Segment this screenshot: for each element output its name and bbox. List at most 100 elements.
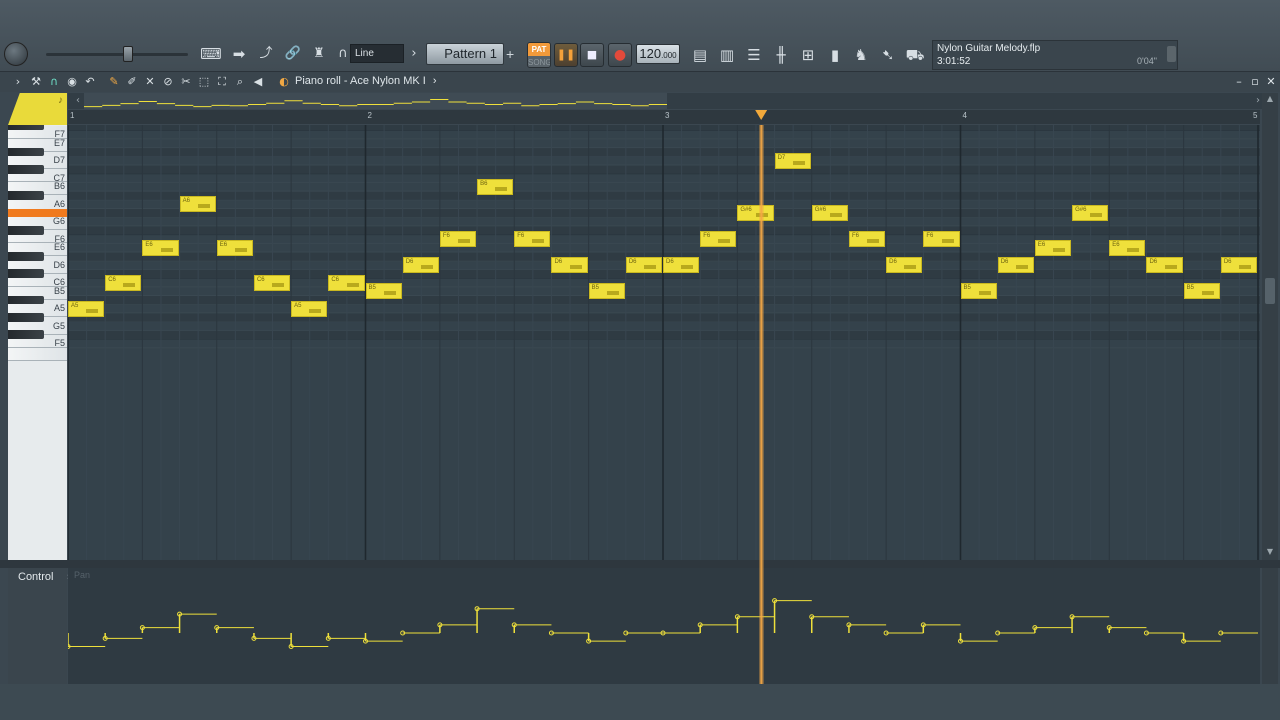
white-key[interactable] — [8, 347, 67, 361]
piano-roll-title[interactable]: Piano roll - Ace Nylon MK I › — [295, 75, 437, 87]
metronome-icon[interactable]: ♜ — [308, 44, 330, 64]
minimize-icon[interactable]: – — [1232, 74, 1246, 90]
note-resize-handle[interactable] — [1201, 291, 1214, 296]
store-icon[interactable]: ⛟ — [904, 45, 926, 65]
note-b5[interactable]: B5 — [1183, 283, 1220, 300]
brush-icon[interactable]: ✐ — [124, 74, 140, 90]
note-c6[interactable]: C6 — [253, 274, 291, 291]
note-resize-handle[interactable] — [383, 291, 396, 296]
playlist-icon[interactable]: ▤ — [689, 45, 711, 65]
black-key[interactable] — [8, 191, 44, 200]
note-resize-handle[interactable] — [1015, 265, 1028, 270]
control-event[interactable] — [697, 622, 738, 633]
menu-arrow-icon[interactable]: › — [10, 74, 26, 90]
note-b5[interactable]: B5 — [365, 283, 402, 300]
note-resize-handle[interactable] — [123, 282, 136, 287]
close-icon[interactable]: ✕ — [1264, 74, 1278, 90]
piano-roll-icon[interactable]: ▥ — [716, 45, 738, 65]
black-key[interactable] — [8, 165, 44, 174]
control-event[interactable] — [251, 633, 292, 641]
master-pitch-slider[interactable] — [46, 53, 188, 56]
clipboard-icon[interactable]: ▮ — [824, 45, 846, 65]
note-d6[interactable]: D6 — [402, 257, 439, 274]
song-mode[interactable]: SONG — [528, 56, 550, 67]
mute-icon[interactable]: ⊘ — [160, 74, 176, 90]
vertical-scroll-thumb[interactable] — [1265, 278, 1275, 304]
control-event[interactable] — [1032, 625, 1073, 633]
record-button[interactable]: ● — [608, 43, 632, 67]
pattern-selector[interactable]: Pattern 1 — [426, 43, 504, 65]
note-resize-handle[interactable] — [1127, 247, 1140, 252]
note-f6[interactable]: F6 — [848, 231, 886, 248]
plugin-picker-icon[interactable]: ♞ — [850, 45, 872, 65]
pitch-bend-icon[interactable]: ⤴ — [255, 44, 277, 64]
tempo-display[interactable]: 120.000 — [636, 44, 680, 64]
master-volume-knob[interactable] — [4, 42, 28, 66]
control-event[interactable] — [511, 622, 552, 633]
note-f6[interactable]: F6 — [439, 231, 477, 248]
note-resize-handle[interactable] — [495, 186, 508, 191]
delete-icon[interactable]: ✕ — [142, 74, 158, 90]
chevron-right-icon[interactable]: › — [408, 44, 420, 64]
black-key[interactable] — [8, 125, 44, 131]
control-event[interactable] — [474, 606, 515, 633]
note-resize-handle[interactable] — [420, 265, 433, 270]
note-e6[interactable]: E6 — [142, 239, 179, 256]
zoom-icon[interactable]: ⌕ — [232, 74, 248, 90]
channel-rack-icon[interactable]: ☰ — [743, 45, 765, 65]
control-event[interactable] — [1181, 633, 1221, 644]
title-chevron-icon[interactable]: › — [433, 75, 437, 87]
note-resize-handle[interactable] — [1053, 247, 1066, 252]
control-event[interactable] — [325, 633, 366, 641]
note-resize-handle[interactable] — [978, 291, 991, 296]
select-all-icon[interactable]: ⛶ — [214, 74, 230, 90]
note-resize-handle[interactable] — [1090, 213, 1103, 218]
note-a5[interactable]: A5 — [68, 300, 105, 317]
black-key[interactable] — [8, 225, 44, 235]
slice-icon[interactable]: ✂ — [178, 74, 194, 90]
maximize-icon[interactable]: ▫ — [1248, 74, 1262, 90]
note-resize-handle[interactable] — [681, 265, 694, 270]
control-event[interactable] — [139, 625, 180, 633]
control-event[interactable] — [177, 611, 217, 633]
note-f6[interactable]: F6 — [700, 231, 737, 248]
control-event[interactable] — [586, 633, 626, 644]
wrench-icon[interactable]: ⚒ — [28, 74, 44, 90]
control-selector[interactable]: Control › — [8, 568, 70, 684]
note-b5[interactable]: B5 — [588, 283, 625, 300]
help-icon[interactable]: ➷ — [877, 45, 899, 65]
control-event[interactable] — [958, 633, 998, 644]
control-event[interactable] — [734, 614, 775, 633]
control-event[interactable] — [920, 622, 961, 633]
note-gs6[interactable]: G#6 — [1072, 205, 1109, 222]
control-event[interactable] — [809, 614, 849, 633]
note-d6[interactable]: D6 — [1146, 257, 1183, 274]
time-ruler[interactable]: 1 2 3 4 5 — [68, 110, 1260, 124]
note-f6[interactable]: F6 — [923, 231, 960, 248]
note-e6[interactable]: E6 — [1109, 239, 1146, 256]
control-event[interactable] — [1143, 630, 1184, 636]
control-event[interactable] — [363, 633, 403, 644]
piano-keys-icon[interactable]: ⌨ — [200, 44, 222, 64]
pattern-overview[interactable]: ‹ › — [68, 93, 1268, 109]
control-event[interactable] — [65, 633, 106, 649]
control-event[interactable] — [772, 598, 812, 633]
note-e6[interactable]: E6 — [216, 239, 253, 256]
magnet-icon[interactable]: ∩ — [46, 74, 62, 90]
stop-button[interactable]: ■ — [580, 43, 604, 67]
note-d6[interactable]: D6 — [625, 257, 662, 274]
scroll-up-icon[interactable]: ▲ — [1262, 93, 1278, 105]
black-key[interactable] — [8, 330, 44, 339]
pause-button[interactable]: ❚❚ — [554, 43, 578, 67]
control-event[interactable] — [102, 633, 143, 641]
note-tool-corner[interactable]: ♪ — [8, 93, 67, 125]
speaker-icon[interactable]: ◐ — [276, 74, 292, 90]
note-d6[interactable]: D6 — [663, 257, 700, 274]
note-resize-handle[interactable] — [160, 247, 173, 252]
note-grid[interactable]: A5 C6 E6 A6 E6 C6 A5 C6 B5 D6 F6 B6 F6 D6 B5 D6 D6 F6 G#6 D… — [68, 125, 1260, 560]
control-event[interactable] — [660, 630, 701, 636]
control-event[interactable] — [214, 625, 254, 633]
undo-icon[interactable]: ↶ — [82, 74, 98, 90]
control-event[interactable] — [288, 633, 329, 649]
note-resize-handle[interactable] — [569, 265, 582, 270]
